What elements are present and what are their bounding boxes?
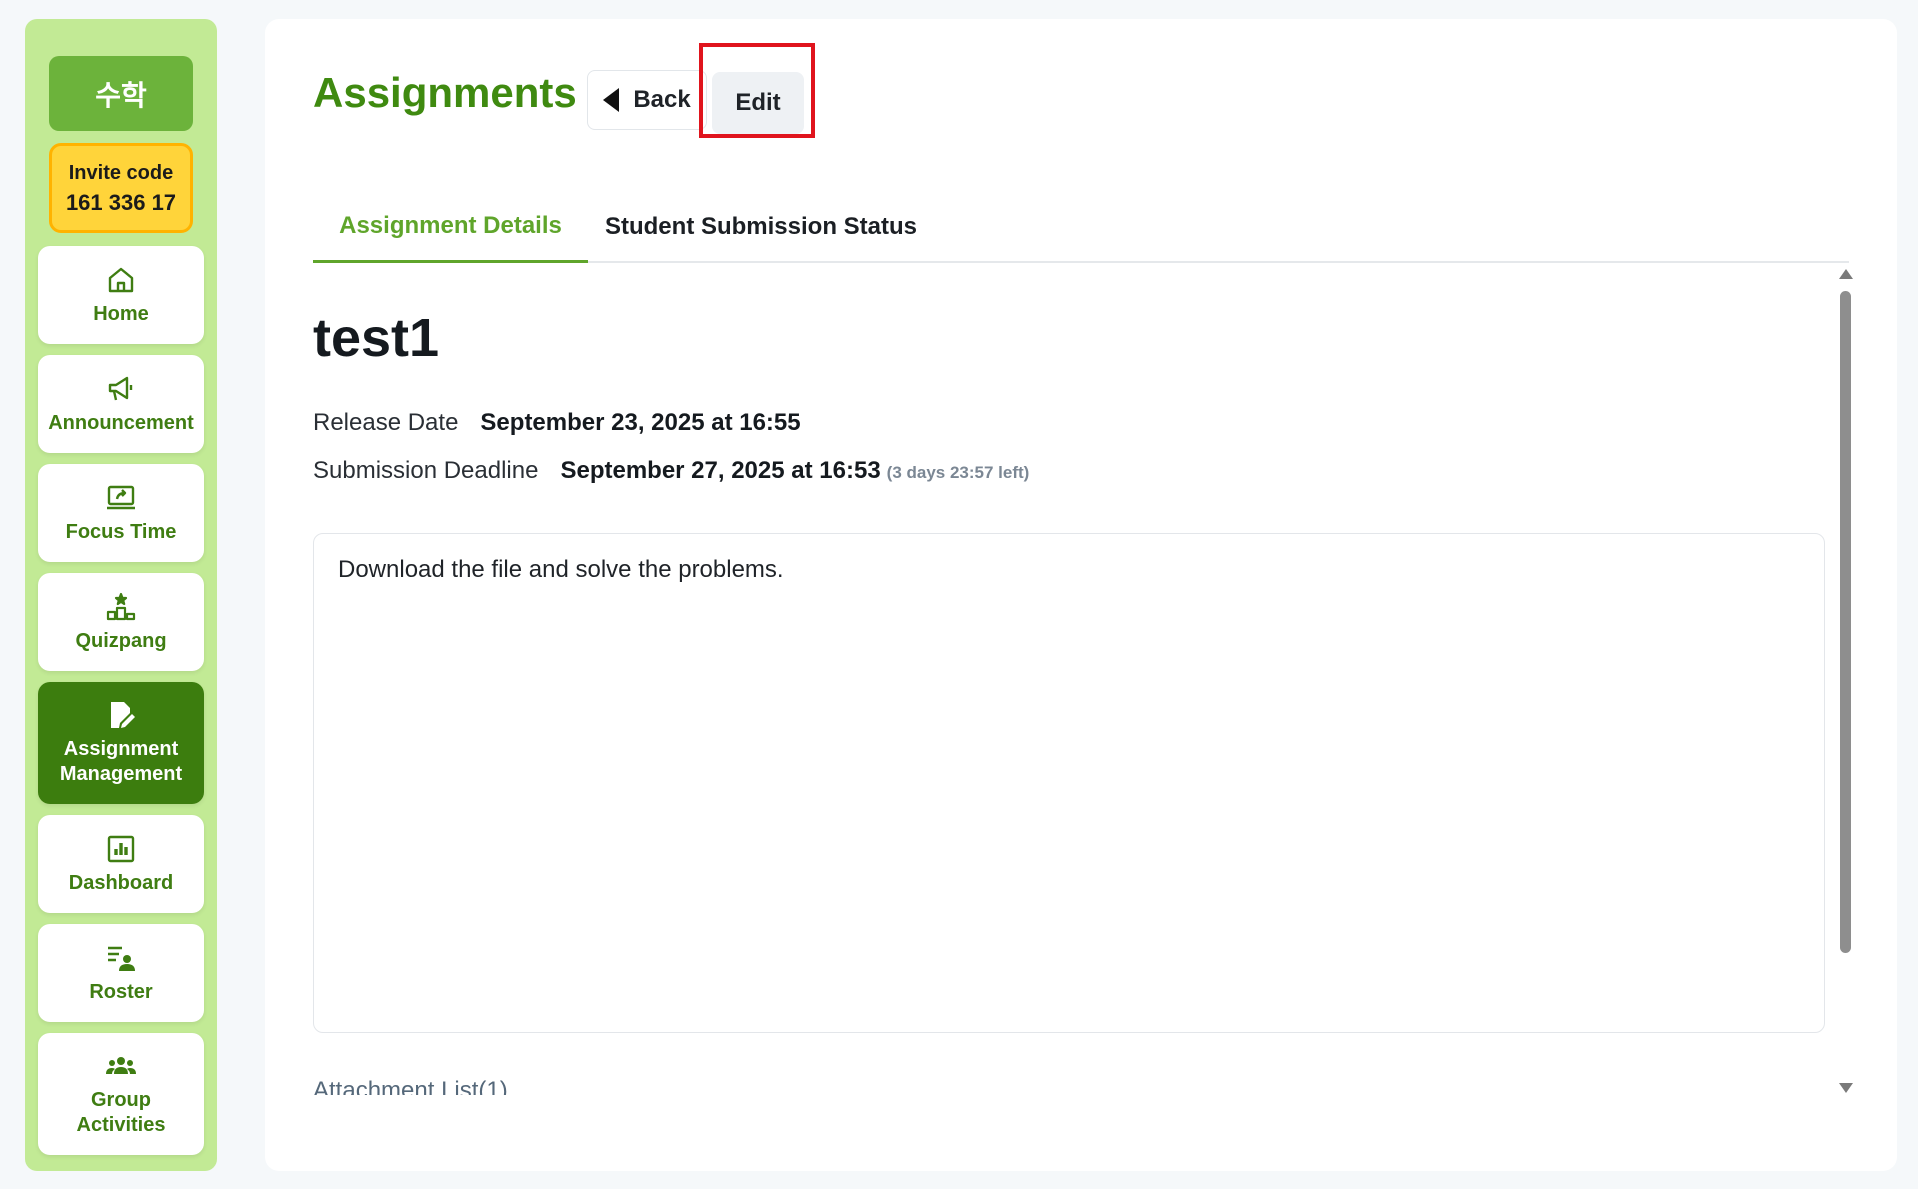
assignment-description: Download the file and solve the problems…	[313, 533, 1825, 1033]
edit-button[interactable]: Edit	[712, 72, 804, 134]
home-icon	[108, 267, 134, 292]
screen-share-icon	[107, 485, 135, 509]
invite-code-label: Invite code	[68, 162, 174, 184]
sidebar-item-dashboard[interactable]: Dashboard	[38, 815, 204, 913]
page-title: Assignments	[313, 69, 577, 116]
assignment-edit-icon	[111, 702, 135, 728]
bar-chart-icon	[107, 835, 135, 862]
tab-assignment-details[interactable]: Assignment Details	[313, 191, 588, 263]
sidebar-item-home[interactable]: Home	[38, 246, 204, 344]
time-left-badge: (3 days 23:57 left)	[886, 463, 1030, 482]
sidebar-item-label: Group Activities	[76, 1089, 166, 1136]
invite-code-badge[interactable]: Invite code 161 336 17	[49, 143, 193, 233]
podium-icon	[106, 592, 136, 620]
scroll-up-arrow-icon[interactable]	[1839, 269, 1853, 279]
sidebar-item-assignment-management[interactable]: Assignment Management	[38, 682, 204, 804]
release-date-row: Release Date September 23, 2025 at 16:55	[313, 409, 801, 437]
release-date-value: September 23, 2025 at 16:55	[480, 409, 801, 436]
deadline-label: Submission Deadline	[313, 457, 539, 484]
deadline-value: September 27, 2025 at 16:53	[560, 457, 881, 484]
tab-student-submission-status[interactable]: Student Submission Status	[596, 191, 926, 263]
sidebar-item-label: Roster	[89, 980, 153, 1003]
scrollbar-thumb[interactable]	[1840, 291, 1851, 953]
release-date-label: Release Date	[313, 409, 459, 436]
group-icon	[106, 1057, 136, 1074]
description-text: Download the file and solve the problems…	[338, 556, 784, 583]
sidebar-item-label: Dashboard	[68, 871, 174, 894]
sidebar-item-label: Focus Time	[65, 520, 177, 543]
sidebar-item-label: Assignment Management	[59, 738, 183, 785]
back-button-label: Back	[633, 86, 691, 113]
scroll-down-arrow-icon[interactable]	[1839, 1083, 1853, 1093]
roster-icon	[108, 946, 135, 971]
back-button[interactable]: Back	[587, 70, 707, 130]
attachment-list-heading: Attachment List(1)	[313, 1077, 508, 1095]
tab-bar: Assignment Details Student Submission St…	[313, 191, 1849, 263]
content-scrollbar[interactable]	[1837, 265, 1853, 1095]
class-subject-badge[interactable]: 수학	[49, 56, 193, 131]
sidebar-item-roster[interactable]: Roster	[38, 924, 204, 1022]
sidebar: 수학 Invite code 161 336 17 Home Announcem…	[25, 19, 217, 1171]
sidebar-item-focus-time[interactable]: Focus Time	[38, 464, 204, 562]
edit-button-label: Edit	[735, 89, 781, 116]
invite-code-value: 161 336 17	[65, 190, 177, 215]
sidebar-item-announcement[interactable]: Announcement	[38, 355, 204, 453]
sidebar-item-group-activities[interactable]: Group Activities	[38, 1033, 204, 1155]
assignment-detail-content[interactable]: test1 Release Date September 23, 2025 at …	[313, 265, 1849, 1095]
megaphone-icon	[108, 376, 133, 400]
assignment-title: test1	[313, 308, 440, 368]
sidebar-item-label: Announcement	[48, 411, 194, 434]
sidebar-item-label: Home	[93, 302, 149, 325]
sidebar-item-quizpang[interactable]: Quizpang	[38, 573, 204, 671]
deadline-row: Submission Deadline September 27, 2025 at…	[313, 457, 1029, 485]
main-panel: Assignments Back Edit Assignment Details…	[265, 19, 1897, 1171]
back-arrow-icon	[603, 88, 620, 112]
sidebar-item-label: Quizpang	[75, 629, 167, 652]
